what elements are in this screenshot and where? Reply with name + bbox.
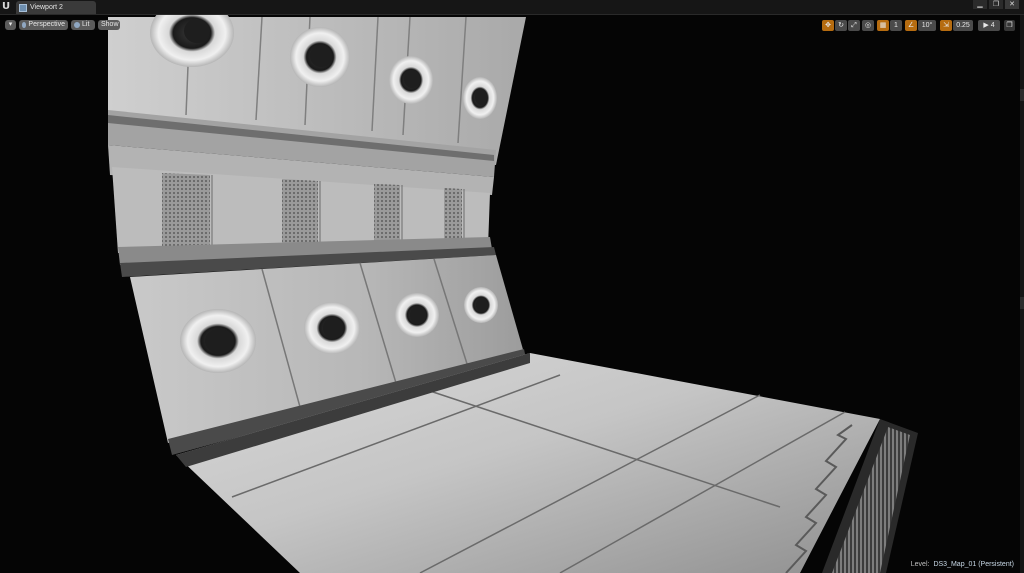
viewport-options-button[interactable]: ▾	[5, 20, 16, 30]
rotate-mode-button[interactable]: ↻	[835, 20, 847, 31]
unreal-logo-icon: U	[2, 1, 11, 12]
lit-label: Lit	[82, 21, 90, 28]
scene-render	[108, 15, 918, 573]
maximize-button[interactable]: ❐	[989, 0, 1003, 9]
camera-icon	[22, 22, 27, 28]
window-title-bar: U Viewport 2 ▁ ❐ ✕	[0, 0, 1024, 15]
show-dropdown[interactable]: Show	[98, 20, 120, 30]
minimize-button[interactable]: ▁	[973, 0, 987, 9]
viewport-icon	[19, 3, 27, 12]
edge-marker	[1020, 89, 1024, 101]
rotation-snap-icon: ∠	[907, 22, 915, 29]
lit-sphere-icon	[74, 22, 80, 28]
camera-speed-icon: ▶	[983, 22, 989, 29]
scale-mode-button[interactable]: ⤢	[848, 20, 860, 31]
show-label: Show	[101, 21, 119, 28]
perspective-label: Perspective	[28, 21, 65, 28]
scale-snap-button[interactable]: ⇲	[940, 20, 952, 31]
level-name: DS3_Map_01 (Persistent)	[933, 561, 1014, 568]
grid-snap-value[interactable]: 1	[890, 20, 902, 31]
level-viewport[interactable]: ▾ Perspective Lit Show ✥ ↻ ⤢ ◎ ▦ 1 ∠ 10°…	[0, 15, 1024, 573]
tab-label: Viewport 2	[30, 4, 63, 11]
surface-snap-button[interactable]: ▦	[877, 20, 889, 31]
scale-snap-icon: ⇲	[943, 22, 949, 29]
rotation-snap-button[interactable]: ∠	[905, 20, 917, 31]
close-button[interactable]: ✕	[1005, 0, 1019, 9]
scale-icon: ⤢	[851, 22, 857, 29]
perspective-dropdown[interactable]: Perspective	[19, 20, 68, 30]
maximize-viewport-button[interactable]: ❐	[1004, 20, 1015, 31]
coordinate-system-button[interactable]: ◎	[862, 20, 874, 31]
move-icon: ✥	[825, 22, 831, 29]
rotation-snap-value[interactable]: 10°	[918, 20, 936, 31]
camera-speed-value: 4	[990, 22, 995, 29]
chevron-down-icon: ▾	[8, 21, 13, 28]
globe-icon: ◎	[864, 22, 872, 29]
maximize-viewport-icon: ❐	[1006, 22, 1013, 29]
view-mode-dropdown[interactable]: Lit	[71, 20, 95, 30]
translate-mode-button[interactable]: ✥	[822, 20, 834, 31]
current-level-label: Level: DS3_Map_01 (Persistent)	[911, 561, 1014, 568]
camera-speed-button[interactable]: ▶ 4	[978, 20, 1000, 31]
viewport-edge-strip	[1020, 15, 1024, 573]
tab-viewport-2[interactable]: Viewport 2	[16, 1, 96, 14]
level-key: Level:	[910, 561, 930, 568]
edge-marker	[1020, 297, 1024, 309]
rotate-icon: ↻	[838, 22, 844, 29]
snap-icon: ▦	[879, 22, 887, 29]
scale-snap-value[interactable]: 0.25	[953, 20, 973, 31]
